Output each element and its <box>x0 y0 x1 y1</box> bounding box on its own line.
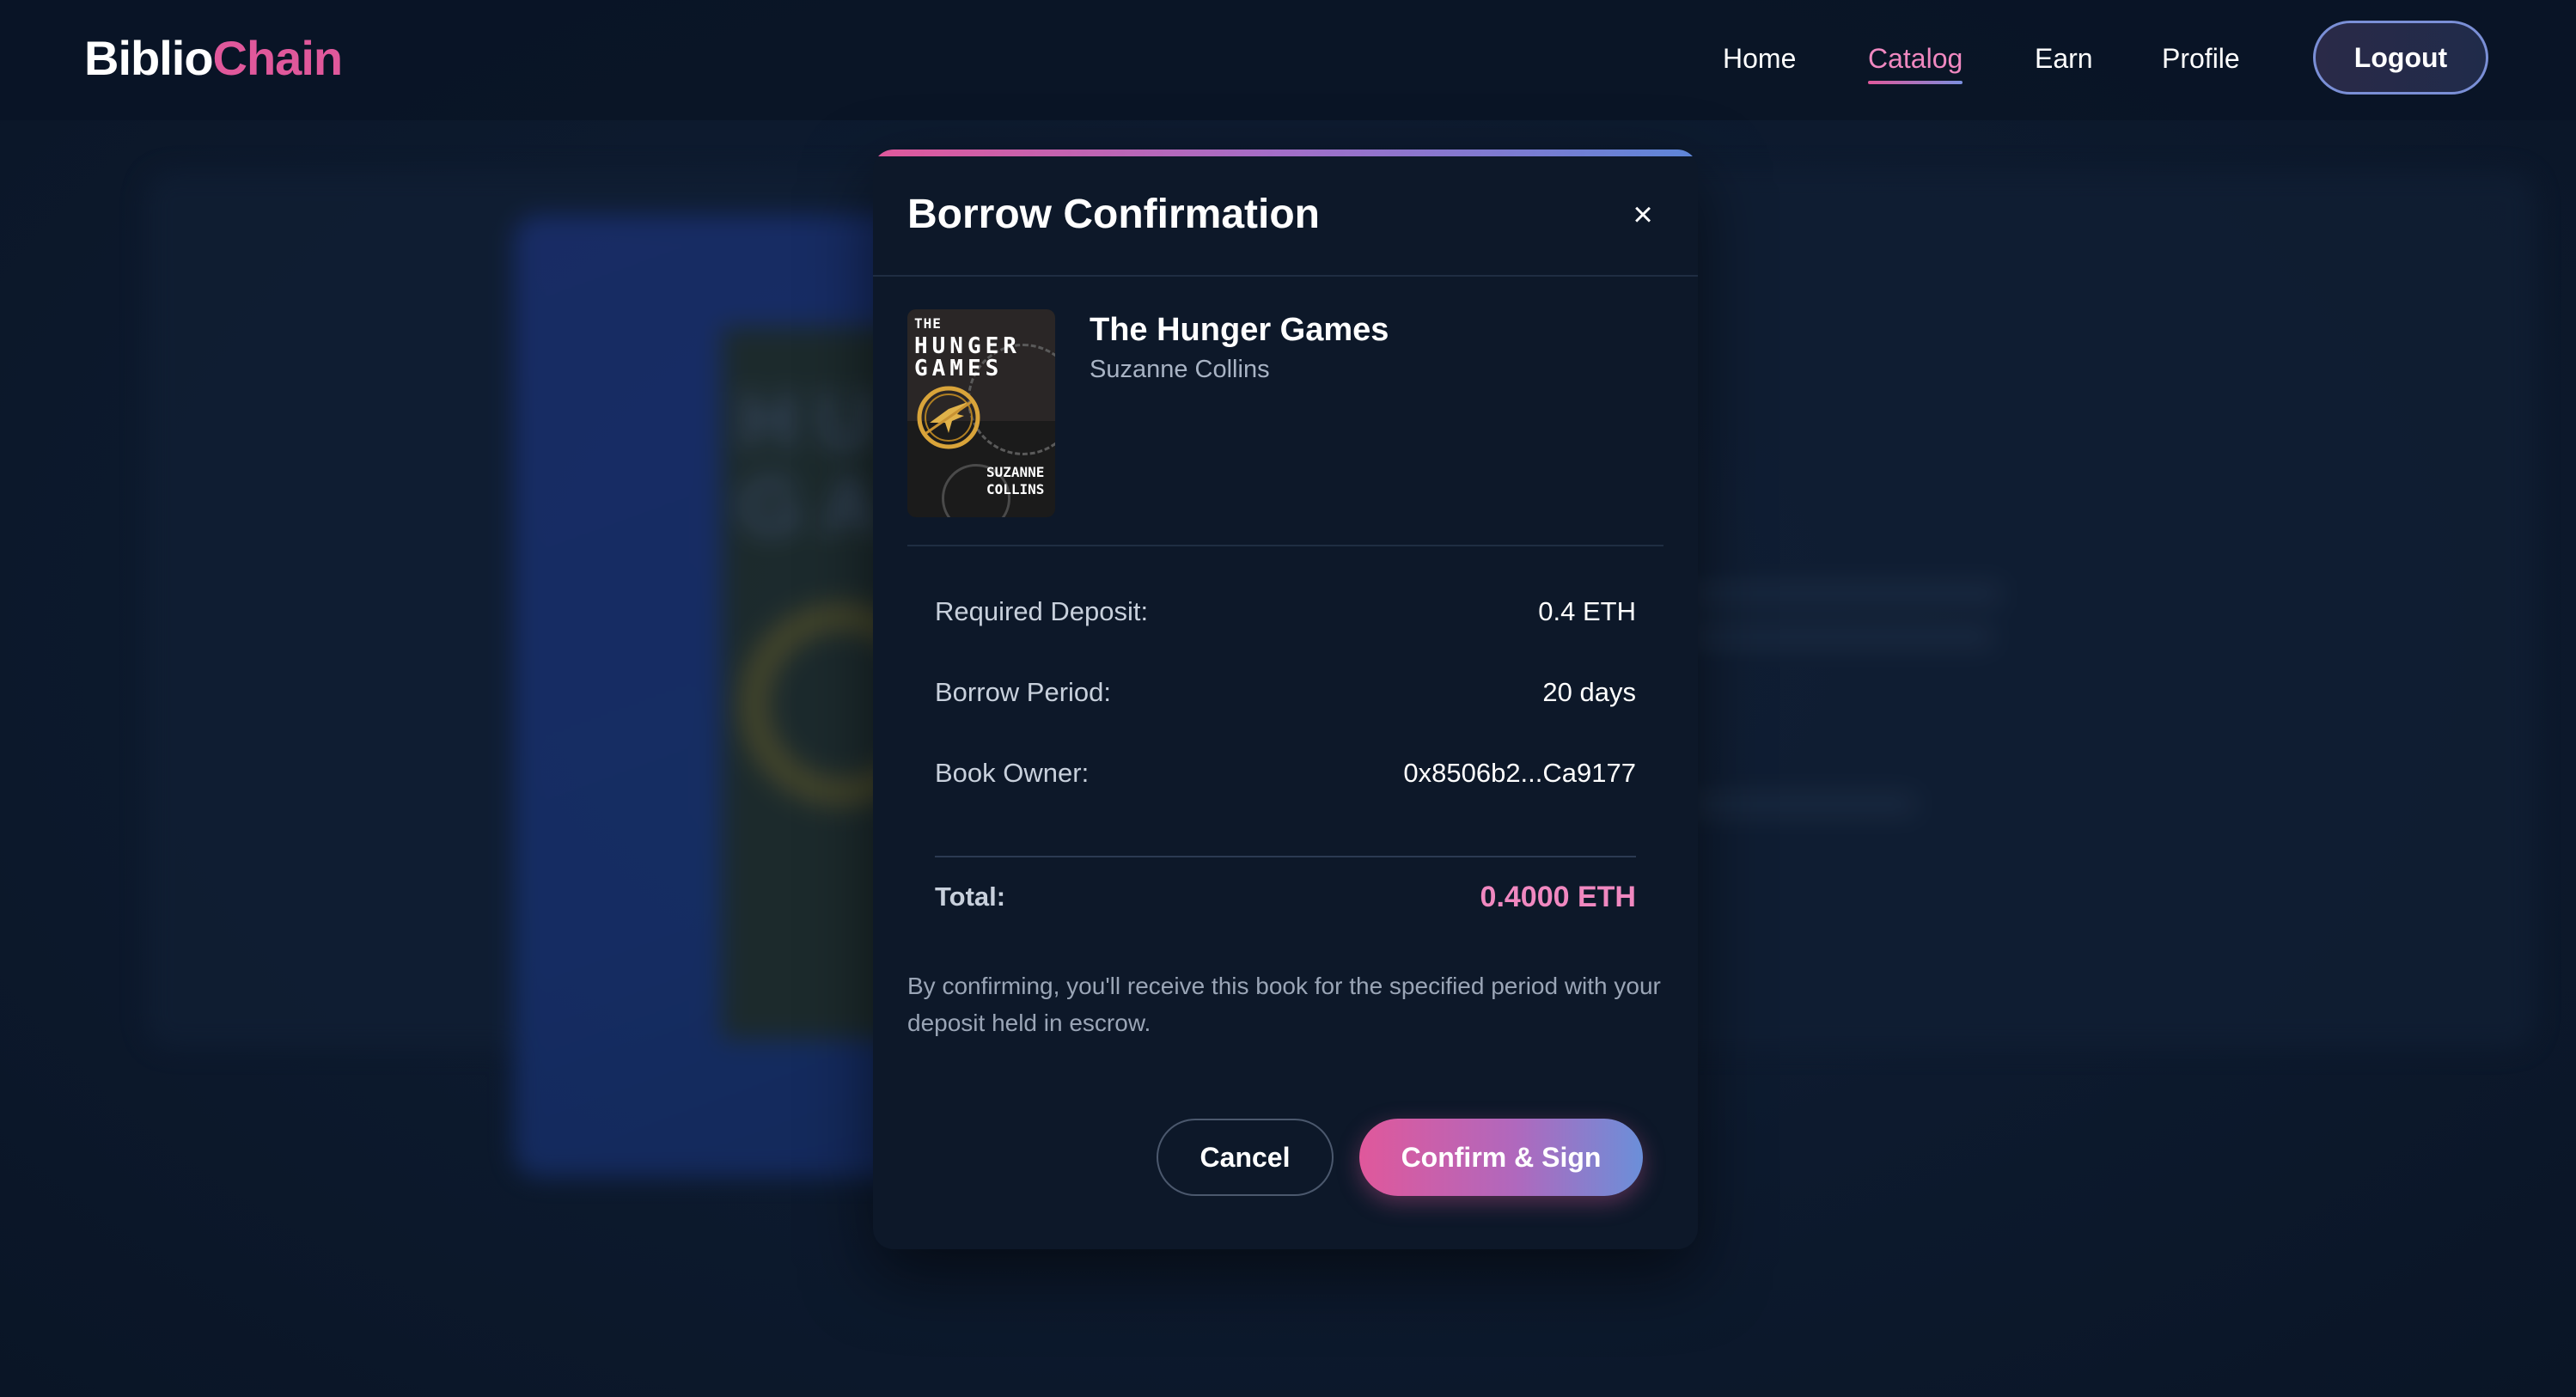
cover-author-text: SUZANNE COLLINS <box>986 464 1044 498</box>
detail-label: Required Deposit: <box>935 596 1149 626</box>
book-info-divider <box>907 545 1663 546</box>
detail-row-deposit: Required Deposit: 0.4 ETH <box>935 593 1636 631</box>
cover-title-text: THE HUNGER GAMES <box>914 313 1021 380</box>
modal-accent-bar <box>873 149 1698 156</box>
book-cover-image: THE HUNGER GAMES SUZANNE COLLINS <box>907 309 1055 517</box>
detail-label: Book Owner: <box>935 758 1090 788</box>
book-title: The Hunger Games <box>1090 312 1389 348</box>
brand-logo-part2: Chain <box>212 31 344 85</box>
blurred-text-line <box>1684 795 1916 814</box>
brand-logo[interactable]: BiblioChain <box>84 31 344 86</box>
book-author: Suzanne Collins <box>1090 356 1270 383</box>
total-label: Total: <box>935 882 1006 912</box>
total-row: Total: 0.4000 ETH <box>935 876 1636 918</box>
detail-value: 20 days <box>1542 677 1636 707</box>
total-divider <box>935 856 1636 857</box>
blurred-book-title <box>1684 335 1873 395</box>
borrow-confirmation-modal: Borrow Confirmation × THE HUNGER GAMES S… <box>873 149 1698 1249</box>
nav-item-catalog-label: Catalog <box>1868 43 1963 74</box>
cover-author-line1: SUZANNE <box>986 464 1045 480</box>
detail-value: 0.4 ETH <box>1538 596 1636 626</box>
cover-line-the: THE <box>914 315 942 332</box>
logout-button[interactable]: Logout <box>2313 21 2488 95</box>
modal-header-divider <box>873 275 1698 277</box>
modal-title: Borrow Confirmation <box>907 192 1320 237</box>
cover-line-games: GAMES <box>914 356 1004 381</box>
blurred-text-line <box>1684 584 2002 603</box>
cover-author-line2: COLLINS <box>986 481 1045 497</box>
detail-row-borrow-period: Borrow Period: 20 days <box>935 674 1636 711</box>
detail-label: Borrow Period: <box>935 677 1112 707</box>
detail-row-book-owner: Book Owner: 0x8506b2...Ca9177 <box>935 754 1636 792</box>
nav-item-profile[interactable]: Profile <box>2162 41 2240 76</box>
close-icon[interactable]: × <box>1622 194 1663 235</box>
owner-address: 0x8506b2...Ca9177 <box>1403 758 1636 788</box>
cancel-button[interactable]: Cancel <box>1157 1119 1334 1196</box>
nav-item-earn[interactable]: Earn <box>2035 41 2093 76</box>
active-nav-underline <box>1868 81 1963 84</box>
total-value: 0.4000 ETH <box>1480 881 1636 913</box>
confirm-and-sign-button[interactable]: Confirm & Sign <box>1359 1119 1643 1196</box>
cover-line-hunger: HUNGER <box>914 333 1021 359</box>
brand-logo-part1: Biblio <box>84 31 214 85</box>
mockingjay-pin-icon <box>917 386 980 449</box>
blurred-text-line <box>1684 627 1993 646</box>
nav-item-catalog[interactable]: Catalog <box>1868 41 1963 84</box>
top-navbar: BiblioChain Home Catalog Earn Profile Lo… <box>0 0 2576 120</box>
escrow-disclaimer: By confirming, you'll receive this book … <box>907 973 1661 1036</box>
nav-item-home[interactable]: Home <box>1723 41 1796 76</box>
